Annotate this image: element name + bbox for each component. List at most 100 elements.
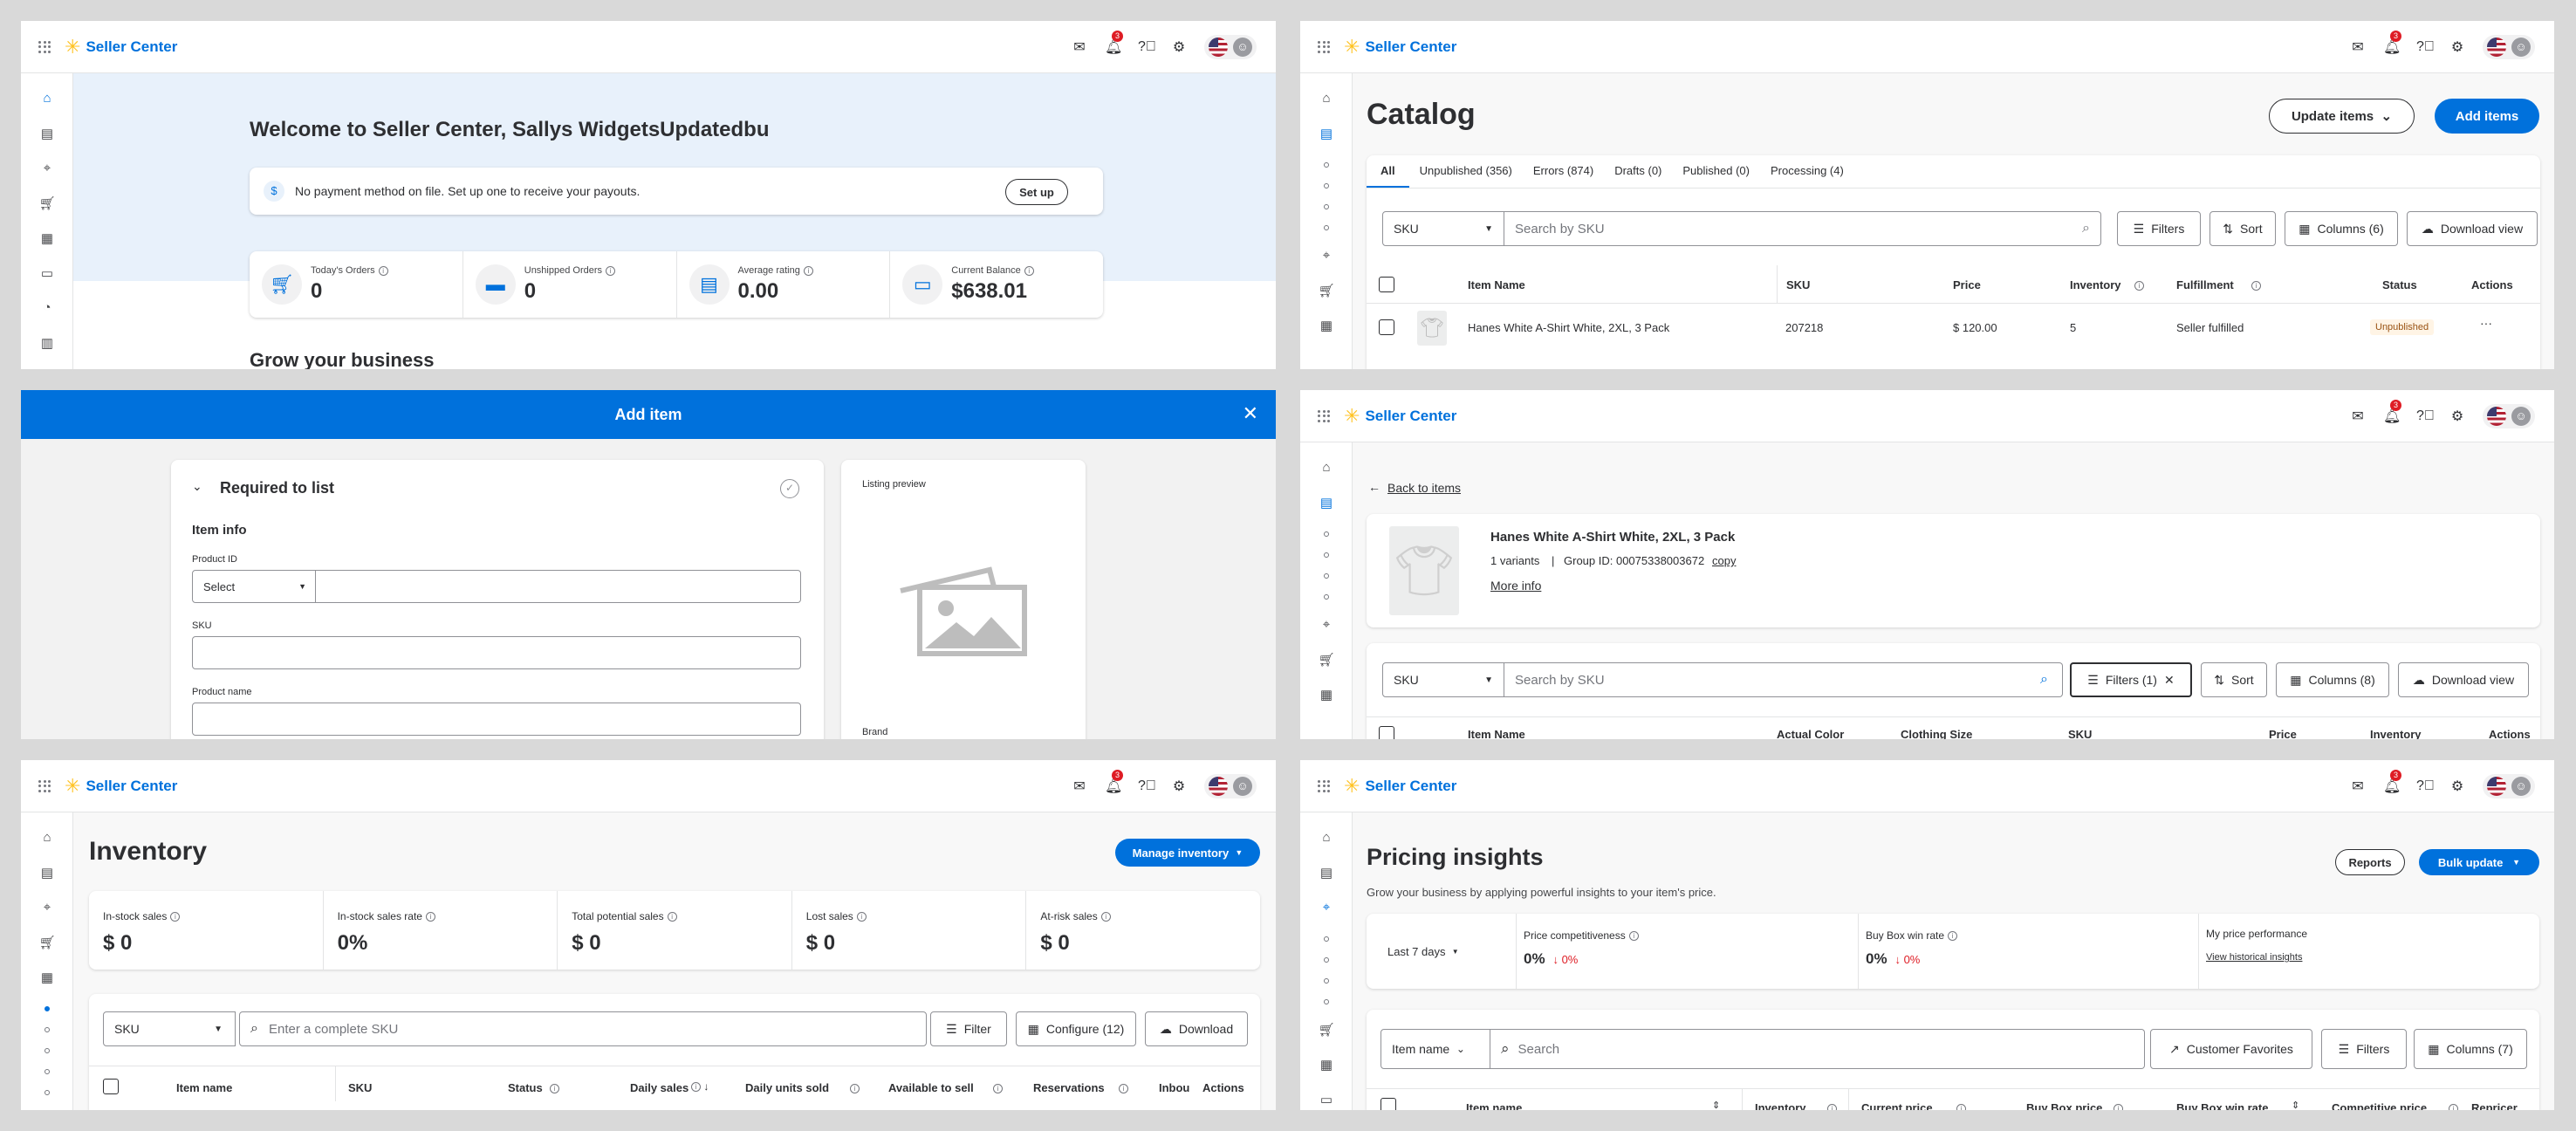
col-item-name[interactable]: Item Name bbox=[1468, 728, 1525, 739]
info-icon[interactable]: i bbox=[1953, 1101, 1966, 1110]
gear-icon[interactable]: ⚙ bbox=[2449, 778, 2465, 795]
reports-button[interactable]: Reports bbox=[2335, 849, 2405, 875]
tag-icon[interactable]: ⌖ bbox=[1300, 248, 1353, 263]
subnav-dot[interactable] bbox=[1324, 936, 1329, 942]
catalog-icon[interactable]: ▤ bbox=[21, 126, 73, 141]
brand-name[interactable]: Seller Center bbox=[1365, 778, 1456, 795]
info-icon[interactable]: i bbox=[667, 912, 677, 922]
product-thumbnail[interactable]: 👕︎ bbox=[1417, 311, 1447, 346]
calendar-icon[interactable]: ▦ bbox=[1300, 1057, 1353, 1073]
tab-drafts[interactable]: Drafts (0) bbox=[1604, 155, 1672, 188]
columns-button[interactable]: ▦ Columns (7) bbox=[2414, 1029, 2527, 1069]
subnav-dot[interactable] bbox=[1324, 573, 1329, 579]
subnav-dot[interactable] bbox=[1324, 531, 1329, 537]
help-icon[interactable]: ?⃝ bbox=[1138, 39, 1156, 55]
payments-icon[interactable]: ▭ bbox=[1300, 1092, 1353, 1107]
search-input[interactable]: Search by SKU ⌕ bbox=[1504, 211, 2101, 246]
sku-input[interactable] bbox=[192, 636, 801, 669]
filters-button[interactable]: ☰ Filters bbox=[2321, 1029, 2407, 1069]
sort-icon[interactable]: ⇕ bbox=[1712, 1100, 1720, 1110]
catalog-icon[interactable]: ▤ bbox=[1300, 126, 1353, 141]
sort-button[interactable]: ⇅ Sort bbox=[2201, 662, 2267, 697]
calendar-icon[interactable]: ▦ bbox=[1300, 687, 1353, 703]
col-status[interactable]: Status bbox=[508, 1081, 543, 1094]
col-current-price[interactable]: Current price bbox=[1848, 1089, 1933, 1110]
table-row[interactable]: 👕︎ Hanes White A-Shirt White, 2XL, 3 Pac… bbox=[1367, 304, 2540, 353]
bell-icon[interactable]: 🔔︎ 3 bbox=[2383, 770, 2402, 795]
product-id-input[interactable] bbox=[316, 570, 801, 603]
catalog-icon[interactable]: ▤ bbox=[1300, 865, 1353, 881]
col-sku[interactable]: SKU bbox=[335, 1066, 372, 1101]
subnav-dot[interactable] bbox=[1324, 552, 1329, 558]
home-icon[interactable]: ⌂ bbox=[1300, 460, 1353, 475]
mail-icon[interactable]: ✉ bbox=[1072, 38, 1087, 56]
product-name-input[interactable] bbox=[192, 703, 801, 736]
download-view-button[interactable]: ☁ Download view bbox=[2407, 211, 2538, 246]
home-icon[interactable]: ⌂ bbox=[21, 830, 73, 845]
mail-icon[interactable]: ✉ bbox=[2350, 778, 2366, 795]
info-icon[interactable]: i bbox=[803, 265, 813, 276]
view-historical-link[interactable]: View historical insights bbox=[2206, 952, 2538, 963]
analytics-icon[interactable]: ▥ bbox=[21, 335, 73, 351]
home-icon[interactable]: ⌂ bbox=[1300, 91, 1353, 106]
catalog-icon[interactable]: ▤ bbox=[1300, 495, 1353, 511]
account-menu[interactable]: ☺ bbox=[1204, 774, 1257, 799]
info-icon[interactable]: i bbox=[846, 1081, 860, 1097]
calendar-icon[interactable]: ▦ bbox=[21, 970, 73, 985]
info-icon[interactable]: i bbox=[606, 265, 616, 276]
col-inbound[interactable]: Inbou bbox=[1159, 1081, 1189, 1094]
product-id-type-select[interactable]: Select ▼ bbox=[192, 570, 316, 603]
col-status[interactable]: Status bbox=[2382, 278, 2417, 291]
info-icon[interactable]: i bbox=[1024, 265, 1034, 276]
download-view-button[interactable]: ☁ Download view bbox=[2398, 662, 2529, 697]
select-all-checkbox[interactable] bbox=[1380, 1098, 1396, 1110]
configure-button[interactable]: ▦ Configure (12) bbox=[1016, 1011, 1136, 1046]
bell-icon[interactable]: 🔔︎ 3 bbox=[1105, 770, 1124, 795]
subnav-dot[interactable] bbox=[1324, 204, 1329, 209]
col-daily-sales[interactable]: Daily sales bbox=[630, 1081, 689, 1094]
select-all-checkbox[interactable] bbox=[103, 1079, 119, 1094]
filter-button[interactable]: ☰ Filter bbox=[930, 1011, 1007, 1046]
select-all-checkbox[interactable] bbox=[1379, 277, 1394, 292]
chevron-down-icon[interactable]: ⌄ bbox=[192, 479, 202, 494]
columns-button[interactable]: ▦ Columns (6) bbox=[2285, 211, 2398, 246]
col-reservations[interactable]: Reservations bbox=[1033, 1081, 1105, 1094]
growth-icon[interactable]: ◔ bbox=[21, 300, 73, 315]
bell-icon[interactable]: 🔔︎ 3 bbox=[2383, 31, 2402, 56]
sort-icon[interactable]: ⇕ bbox=[2292, 1100, 2299, 1110]
search-input[interactable]: Search by SKU ⌕ bbox=[1504, 662, 2063, 697]
col-repricer[interactable]: Repricer bbox=[2471, 1101, 2518, 1110]
row-item-name[interactable]: Hanes White A-Shirt White, 2XL, 3 Pack bbox=[1468, 321, 1669, 334]
sku-select[interactable]: SKU ▼ bbox=[103, 1011, 236, 1046]
col-available-to-sell[interactable]: Available to sell bbox=[888, 1081, 974, 1094]
info-icon[interactable]: i bbox=[546, 1081, 559, 1097]
subnav-dot[interactable] bbox=[45, 1090, 50, 1095]
info-icon[interactable]: i bbox=[2131, 278, 2144, 294]
update-items-button[interactable]: Update items ⌄ bbox=[2269, 99, 2415, 134]
clear-filter-icon[interactable]: ✕ bbox=[2164, 673, 2175, 688]
subnav-dot-active[interactable] bbox=[45, 1006, 50, 1011]
col-buy-box-price[interactable]: Buy Box price bbox=[2026, 1101, 2102, 1110]
mail-icon[interactable]: ✉ bbox=[2350, 408, 2366, 425]
calendar-icon[interactable]: ▦ bbox=[1300, 318, 1353, 333]
cart-icon[interactable]: 🛒︎ bbox=[1300, 652, 1353, 668]
arrow-left-icon[interactable]: ← bbox=[1368, 480, 1380, 494]
col-fulfillment[interactable]: Fulfillment bbox=[2176, 278, 2234, 291]
subnav-dot[interactable] bbox=[1324, 957, 1329, 963]
col-price[interactable]: Price bbox=[2269, 728, 2297, 739]
col-actual-color[interactable]: Actual Color bbox=[1777, 728, 1844, 739]
info-icon[interactable]: i bbox=[1948, 931, 1958, 942]
search-input[interactable]: ⌕ Search bbox=[1490, 1029, 2145, 1069]
cart-icon[interactable]: 🛒︎ bbox=[1300, 1022, 1353, 1038]
download-button[interactable]: ☁ Download bbox=[1145, 1011, 1248, 1046]
sort-button[interactable]: ⇅ Sort bbox=[2209, 211, 2276, 246]
tag-icon[interactable]: ⌖ bbox=[1300, 617, 1353, 632]
subnav-dot[interactable] bbox=[1324, 225, 1329, 230]
manage-inventory-button[interactable]: Manage inventory ▼ bbox=[1115, 839, 1260, 867]
subnav-dot[interactable] bbox=[45, 1069, 50, 1074]
subnav-dot[interactable] bbox=[1324, 978, 1329, 984]
col-item-name[interactable]: Item name bbox=[1466, 1101, 1522, 1110]
mail-icon[interactable]: ✉ bbox=[1072, 778, 1087, 795]
col-competitive-price[interactable]: Competitive price bbox=[2332, 1101, 2427, 1110]
date-range-select[interactable]: Last 7 days ▼ bbox=[1367, 914, 1517, 989]
